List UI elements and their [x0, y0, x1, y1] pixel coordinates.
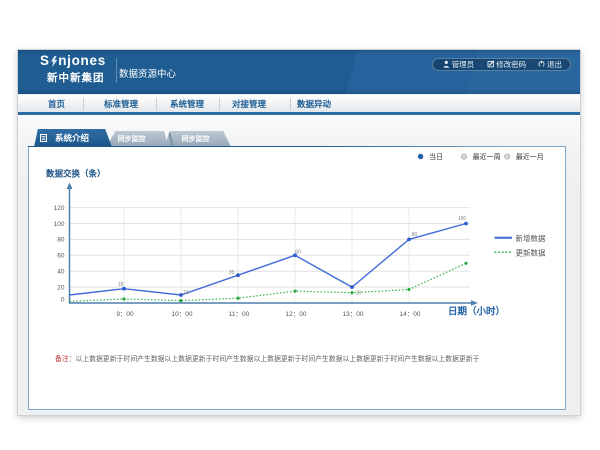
svg-text:最近一周: 最近一周	[473, 152, 501, 161]
svg-text:20: 20	[57, 284, 65, 291]
svg-text:120: 120	[54, 205, 65, 212]
svg-text:35: 35	[229, 270, 235, 276]
svg-text:10：00: 10：00	[172, 311, 193, 318]
svg-text:11：00: 11：00	[229, 311, 250, 318]
svg-text:数据交换（条）: 数据交换（条）	[46, 168, 106, 178]
svg-text:60: 60	[57, 253, 65, 260]
svg-text:10: 10	[183, 290, 189, 296]
svg-text:80: 80	[412, 232, 418, 238]
svg-text:9：00: 9：00	[116, 311, 134, 318]
svg-text:12：00: 12：00	[286, 311, 307, 318]
svg-text:最近一月: 最近一月	[516, 152, 544, 161]
svg-text:新增数据: 新增数据	[516, 233, 546, 243]
svg-text:100: 100	[54, 221, 65, 228]
svg-text:日期（小时）: 日期（小时）	[448, 306, 505, 318]
svg-text:18: 18	[118, 282, 124, 288]
svg-text:60: 60	[295, 249, 301, 255]
svg-text:当日: 当日	[429, 152, 443, 161]
svg-text:80: 80	[57, 237, 65, 244]
svg-text:40: 40	[57, 269, 65, 276]
svg-text:13：00: 13：00	[343, 311, 364, 318]
svg-text:0: 0	[61, 297, 65, 304]
svg-text:100: 100	[458, 216, 467, 222]
svg-text:更新数据: 更新数据	[516, 247, 546, 257]
svg-text:10: 10	[356, 290, 362, 296]
svg-text:14：00: 14：00	[400, 311, 421, 318]
